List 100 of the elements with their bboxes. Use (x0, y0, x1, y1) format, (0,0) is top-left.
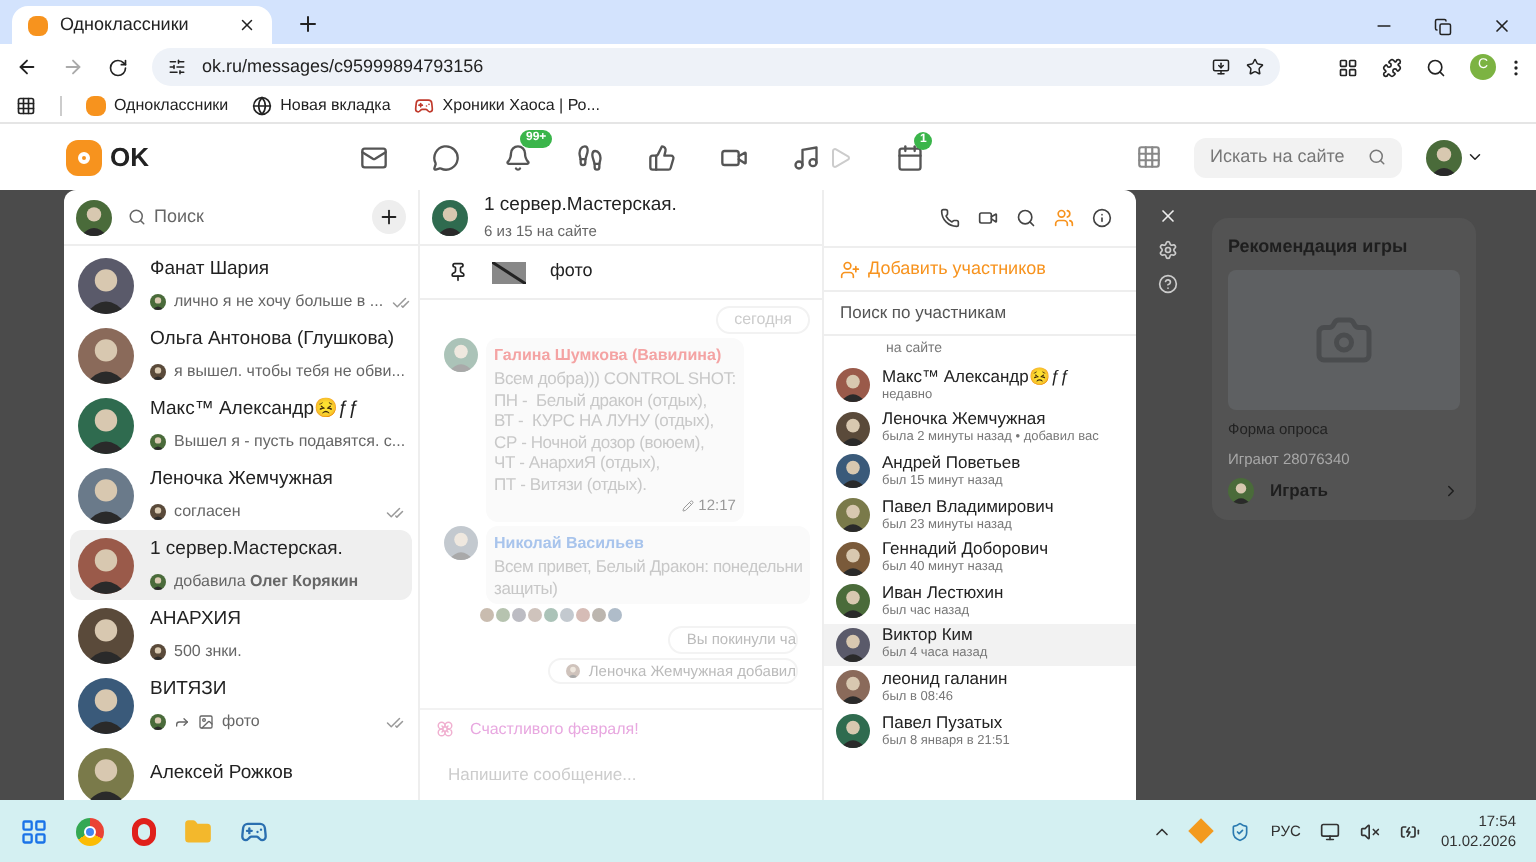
chat-item[interactable]: ВИТЯЗИ фото (70, 670, 412, 740)
avatar (78, 677, 134, 733)
chat-preview: я вышел. чтобы тебя не обви... (174, 360, 405, 385)
chat-name: 1 сервер.Мастерская. (150, 535, 345, 564)
like-icon[interactable] (648, 143, 676, 171)
muted-speaker-icon[interactable] (1360, 821, 1381, 841)
avatar (78, 537, 134, 593)
greeting-text: Счастливого февраля! (470, 717, 639, 741)
avatar (836, 541, 870, 576)
browser-icon[interactable] (76, 817, 104, 845)
chat-item[interactable]: Фанат Шария лично я не хочу больше в ... (70, 250, 412, 320)
avatar (78, 467, 134, 523)
author-name: Николай Васильев (494, 532, 646, 557)
ok-logo-icon (28, 15, 48, 35)
logo-text[interactable]: OK (110, 137, 149, 177)
avatar (836, 498, 870, 533)
chat-name: Ольга Антонова (Глушкова) (150, 325, 397, 354)
close-icon[interactable] (1158, 206, 1178, 226)
avatar (444, 338, 478, 372)
chat-preview: добавила Олег Корякин (174, 570, 361, 595)
shield-icon[interactable] (1230, 821, 1251, 841)
chevron-right-icon (1442, 482, 1460, 500)
install-icon[interactable] (1212, 58, 1230, 76)
caret-icon[interactable] (1466, 148, 1484, 166)
star-icon[interactable] (1246, 58, 1264, 76)
battery-icon[interactable] (1400, 821, 1421, 841)
chat-name: ВИТЯЗИ (150, 675, 229, 704)
search-tabs-icon[interactable] (1426, 57, 1446, 77)
game-app-icon[interactable] (240, 817, 268, 845)
bookmark-link[interactable]: Одноклассники (86, 94, 229, 118)
new-tab-icon[interactable] (296, 12, 320, 36)
chat-preview: Вышел я - пусть подавятся. с... (174, 430, 406, 455)
avatar (836, 714, 870, 749)
restore-icon[interactable] (1434, 17, 1452, 35)
ok-logo-icon (66, 139, 102, 175)
chat-title: 1 сервер.Мастерская. (484, 191, 677, 220)
avatar (150, 364, 166, 381)
chat-preview: 500 знки. (174, 640, 244, 665)
puzzle-icon[interactable] (1382, 57, 1402, 77)
avatar (150, 574, 166, 591)
chat-item[interactable]: 1 сервер.Мастерская. добавила Олег Корякин (70, 530, 412, 600)
participant-name: Геннадий Доборович (882, 538, 1049, 559)
info-icon[interactable] (1092, 208, 1112, 228)
music-icon[interactable] (792, 143, 820, 171)
start-icon[interactable] (20, 817, 48, 845)
chat-item[interactable]: АНАРХИЯ 500 знки. (70, 600, 412, 670)
chat-icon[interactable] (432, 143, 460, 171)
participant-name: Виктор Ким (882, 624, 975, 645)
opera-icon[interactable] (132, 817, 156, 845)
settings-icon[interactable] (1158, 240, 1178, 260)
chat-name: Алексей Рожков (150, 760, 295, 789)
author-name: Галина Шумкова (Вавилина) (494, 344, 724, 368)
url-text: ok.ru/messages/c95999894793156 (202, 53, 486, 80)
help-icon[interactable] (1158, 274, 1178, 294)
back-icon[interactable] (16, 56, 38, 78)
chat-item[interactable]: Ольга Антонова (Глушкова) я вышел. чтобы тебя не обви... (70, 320, 412, 390)
video-call-icon[interactable] (978, 208, 998, 228)
participant-name: Павел Пузатых (882, 711, 1005, 732)
network-icon[interactable] (1320, 821, 1341, 841)
calendar-icon[interactable] (896, 143, 924, 171)
participant-name: Макс™ Александр😣ƒƒ (882, 365, 1070, 386)
browser-tab[interactable]: Одноклассники (12, 6, 272, 44)
search-icon[interactable] (1016, 208, 1036, 228)
search-icon (128, 208, 146, 226)
chat-item[interactable]: Макс™ Александр😣ƒƒ Вышел я - пусть подавятся. с... (70, 390, 412, 460)
avatar (1426, 139, 1462, 175)
avatar (78, 257, 134, 313)
avatar (150, 434, 166, 451)
avatar (444, 526, 478, 561)
chat-preview: лично я не хочу больше в ... (174, 290, 384, 315)
avatar (432, 199, 468, 235)
pin-icon (448, 262, 468, 282)
chat-search-field[interactable]: Поиск (128, 203, 356, 231)
chat-name: Макс™ Александр😣ƒƒ (150, 395, 362, 424)
avatar (78, 327, 134, 383)
chat-preview: фото (222, 710, 262, 735)
reload-icon[interactable] (108, 57, 128, 77)
plus-icon (378, 206, 400, 228)
avatar (836, 368, 870, 403)
apps-icon[interactable] (16, 96, 36, 116)
chat-preview: согласен (174, 500, 243, 525)
chat-item[interactable]: Леночка Жемчужная согласен (70, 460, 412, 530)
mail-icon[interactable] (360, 143, 388, 171)
avatar (78, 747, 134, 800)
close-window-icon[interactable] (1492, 16, 1512, 36)
new-chat-button[interactable] (372, 200, 406, 234)
close-tab-icon[interactable] (238, 16, 256, 34)
address-field[interactable]: ok.ru/messages/c95999894793156 (152, 48, 1280, 86)
avatar (836, 454, 870, 489)
extension-icon[interactable] (1338, 57, 1358, 77)
bookmark-link[interactable]: Хроники Хаоса | Ро... (414, 94, 600, 118)
phone-icon[interactable] (940, 208, 960, 228)
site-info-icon[interactable] (168, 58, 186, 76)
pinned-message[interactable]: фото (550, 258, 593, 286)
bookmark-link[interactable]: Новая вкладка (252, 94, 391, 118)
participant-name: Иван Лестюхин (882, 581, 1004, 602)
participant-search-field[interactable]: Поиск по участникам (824, 292, 1136, 336)
site-search-field[interactable]: Искать на сайте (1194, 137, 1402, 177)
bell-icon[interactable] (504, 143, 532, 171)
footprints-icon[interactable] (576, 143, 604, 171)
